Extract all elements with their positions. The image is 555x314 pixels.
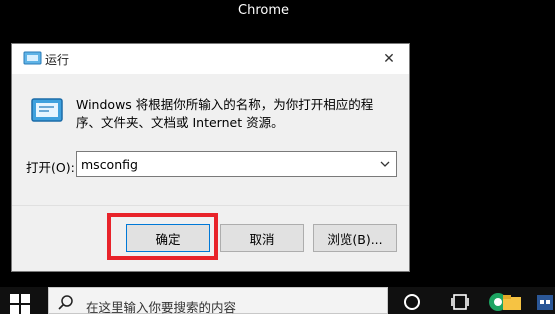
run-app-icon: [23, 51, 42, 65]
open-combobox[interactable]: msconfig: [76, 151, 397, 177]
open-label: 打开(O):: [26, 160, 75, 175]
run-icon: [31, 98, 63, 122]
taskbar-search-box[interactable]: 在这里输入你要搜索的内容: [48, 287, 388, 314]
browse-button[interactable]: 浏览(B)...: [313, 224, 397, 252]
close-icon: ✕: [383, 51, 395, 67]
chevron-down-icon[interactable]: [374, 152, 396, 176]
dialog-title: 运行: [45, 53, 70, 67]
open-input[interactable]: msconfig: [77, 157, 374, 172]
search-icon: [58, 295, 73, 310]
store-icon[interactable]: [535, 292, 555, 312]
cancel-button[interactable]: 取消: [220, 224, 304, 252]
dialog-description: Windows 将根据你所输入的名称，为你打开相应的程序、文件夹、文档或 Int…: [76, 97, 374, 130]
task-view-circle-icon[interactable]: [402, 292, 422, 312]
close-button[interactable]: ✕: [369, 44, 409, 74]
chrome-desktop-label[interactable]: Chrome: [238, 3, 289, 19]
search-placeholder: 在这里输入你要搜索的内容: [86, 300, 237, 314]
task-view-icon[interactable]: [450, 292, 470, 312]
desktop: Chrome 运行 ✕ Windows 将根据你所输入的名称，为你打开相应的程序…: [0, 0, 555, 314]
annotation-highlight-box: [107, 213, 218, 260]
windows-start-icon[interactable]: [8, 292, 32, 314]
dialog-titlebar[interactable]: 运行 ✕: [12, 44, 409, 74]
file-explorer-icon[interactable]: [502, 292, 522, 312]
